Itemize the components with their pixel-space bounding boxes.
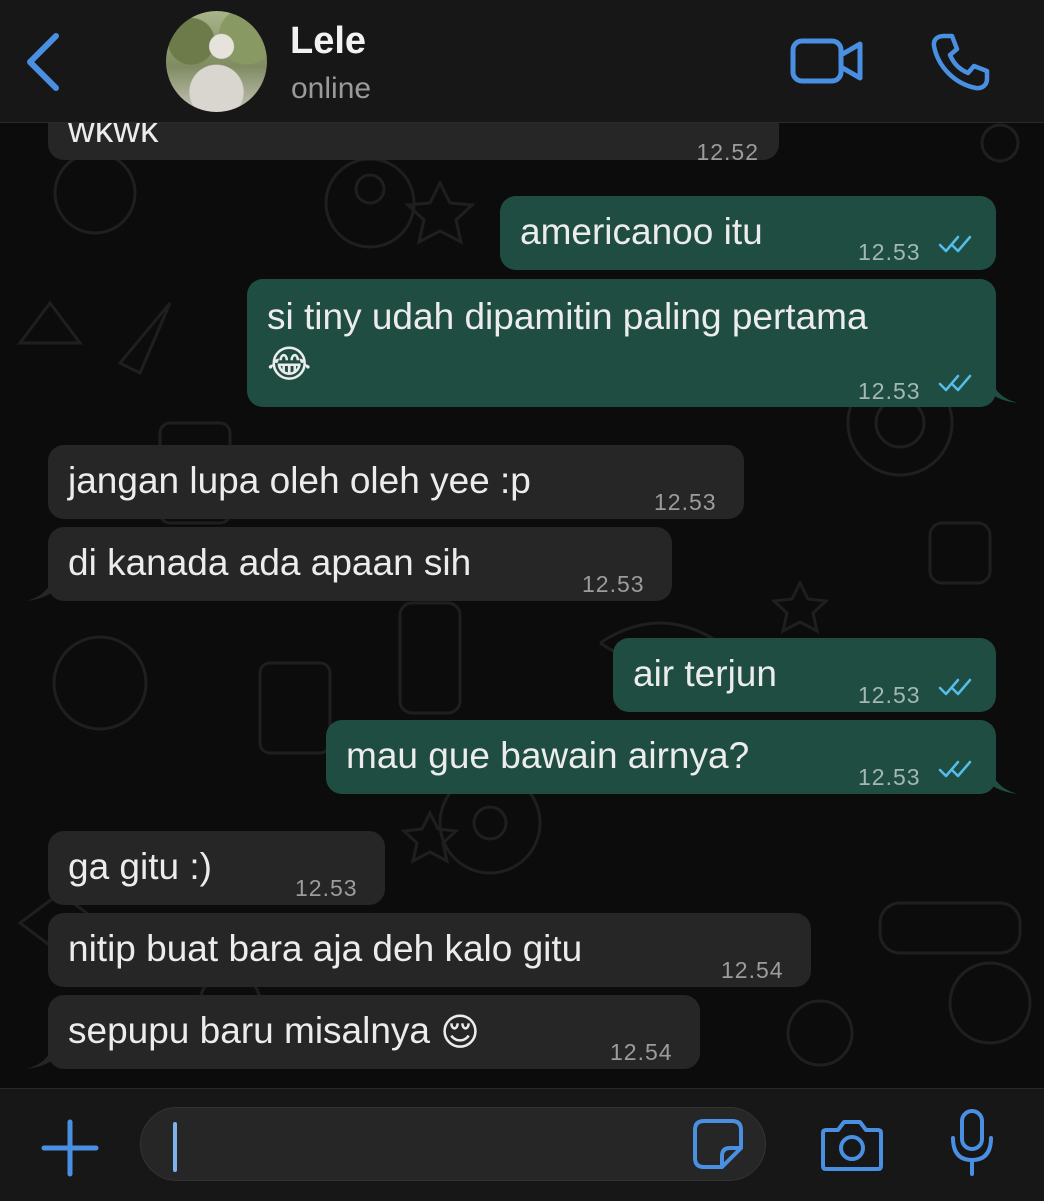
chat-header: Lele online: [0, 0, 1044, 123]
message-time: 12.53: [858, 682, 921, 708]
message-bubble-incoming[interactable]: wkwk 12.52: [48, 123, 779, 165]
message-time: 12.54: [610, 1039, 673, 1065]
chevron-left-icon[interactable]: [18, 28, 68, 96]
double-check-icon: [938, 760, 972, 778]
message-text: nitip buat bara aja deh kalo gitu: [68, 928, 583, 969]
sticker-icon[interactable]: [692, 1118, 744, 1170]
message-time: 12.53: [858, 764, 921, 790]
chat-area[interactable]: wkwk 12.52 americanoo itu 12.53 si tiny …: [0, 123, 1044, 1088]
message-text-content: sepupu baru misalnya: [68, 1010, 430, 1051]
message-text: wkwk: [68, 123, 159, 150]
avatar[interactable]: [166, 11, 267, 112]
double-check-icon: [938, 235, 972, 253]
message-text: si tiny udah dipamitin paling pertama: [267, 296, 868, 337]
message-input[interactable]: [140, 1107, 766, 1181]
message-bubble-incoming[interactable]: sepupu baru misalnya 😌 12.54: [48, 995, 700, 1069]
message-text: sepupu baru misalnya 😌: [68, 1009, 480, 1055]
message-bubble-outgoing[interactable]: air terjun 12.53: [613, 638, 996, 712]
message-text: jangan lupa oleh oleh yee :p: [68, 460, 531, 501]
bubble-tail: [26, 1041, 54, 1069]
message-bubble-incoming[interactable]: di kanada ada apaan sih 12.53: [48, 527, 672, 601]
phone-icon[interactable]: [930, 32, 990, 92]
message-time: 12.53: [295, 875, 358, 901]
double-check-icon: [938, 678, 972, 696]
plus-icon[interactable]: [40, 1118, 100, 1178]
message-time: 12.53: [858, 378, 921, 404]
message-bubble-incoming[interactable]: ga gitu :) 12.53: [48, 831, 385, 905]
message-time: 12.53: [858, 239, 921, 265]
microphone-icon[interactable]: [948, 1108, 996, 1178]
emoji: 😂: [267, 344, 312, 386]
camera-icon[interactable]: [820, 1114, 884, 1174]
contact-name[interactable]: Lele: [290, 20, 366, 63]
text-cursor: [173, 1122, 177, 1172]
contact-status: online: [291, 72, 372, 105]
message-time: 12.53: [582, 571, 645, 597]
message-bubble-outgoing[interactable]: americanoo itu 12.53: [500, 196, 996, 270]
message-bubble-incoming[interactable]: jangan lupa oleh oleh yee :p 12.53: [48, 445, 744, 519]
message-text: air terjun: [633, 653, 777, 694]
message-text: di kanada ada apaan sih: [68, 542, 472, 583]
message-time: 12.54: [721, 957, 784, 983]
bubble-tail: [26, 573, 54, 601]
bubble-tail: [990, 375, 1018, 403]
message-bubble-outgoing[interactable]: mau gue bawain airnya? 12.53: [326, 720, 996, 794]
message-time: 12.52: [696, 139, 759, 165]
message-text: ga gitu :): [68, 846, 212, 887]
bubble-tail: [990, 766, 1018, 794]
message-text: americanoo itu: [520, 211, 763, 252]
double-check-icon: [938, 374, 972, 392]
emoji: 😌: [440, 1012, 480, 1055]
message-time: 12.53: [654, 489, 717, 515]
message-text: mau gue bawain airnya?: [346, 735, 750, 776]
message-bubble-incoming[interactable]: nitip buat bara aja deh kalo gitu 12.54: [48, 913, 811, 987]
video-camera-icon[interactable]: [790, 36, 864, 86]
message-bubble-outgoing[interactable]: si tiny udah dipamitin paling pertama 😂 …: [247, 279, 996, 407]
